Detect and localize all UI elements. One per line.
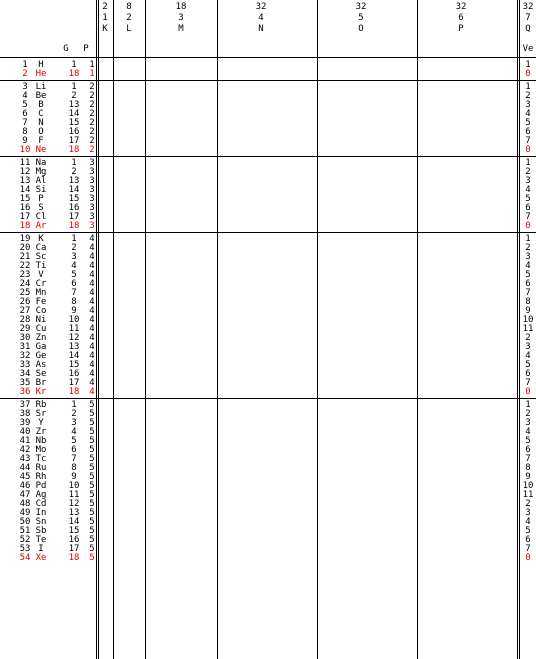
atomic-number: 2: [22, 69, 28, 79]
shell-letter: M: [178, 24, 184, 34]
shell-capacity: 32: [455, 2, 467, 12]
shell-number: 7: [525, 13, 531, 23]
shell-number: 2: [126, 13, 132, 23]
shell-number: 1: [102, 13, 108, 23]
atomic-number: 54: [19, 553, 31, 563]
label-ve: Ve: [522, 44, 534, 54]
valence-electrons: 0: [525, 69, 531, 79]
valence-electrons: 0: [525, 553, 531, 563]
label-g: G: [63, 44, 69, 54]
atomic-number: 10: [19, 145, 31, 155]
element-symbol: Ar: [35, 221, 47, 231]
period-number: 5: [89, 553, 95, 563]
shell-capacity: 32: [522, 2, 534, 12]
group-number: 18: [68, 553, 80, 563]
period-number: 1: [89, 69, 95, 79]
group-number: 18: [68, 69, 80, 79]
valence-electrons: 0: [525, 145, 531, 155]
element-symbol: Ne: [35, 145, 47, 155]
period-number: 2: [89, 145, 95, 155]
shell-capacity: 32: [355, 2, 367, 12]
shell-number: 3: [178, 13, 184, 23]
shell-letter: L: [126, 24, 132, 34]
shell-letter: N: [258, 24, 264, 34]
shell-letter: P: [458, 24, 464, 34]
shell-number: 5: [358, 13, 364, 23]
electron-configuration-table: G P Ve 2 1 K 8 2 L 18 3 M 32 4 N 32 5 O 32 6 P 32 7 Q 1 H 1 1 1 2 He 18…: [0, 0, 536, 659]
element-symbol: Kr: [35, 387, 47, 397]
grid-vline: [96, 0, 97, 659]
label-p: P: [83, 44, 89, 54]
shell-capacity: 32: [255, 2, 267, 12]
period-number: 4: [89, 387, 95, 397]
element-symbol: He: [35, 69, 47, 79]
shell-letter: Q: [525, 24, 531, 34]
grid-vline: [317, 0, 318, 659]
shell-letter: O: [358, 24, 364, 34]
atomic-number: 18: [19, 221, 31, 231]
grid-vline: [417, 0, 418, 659]
shell-number: 6: [458, 13, 464, 23]
group-number: 18: [68, 145, 80, 155]
shell-capacity: 2: [102, 2, 108, 12]
valence-electrons: 0: [525, 387, 531, 397]
grid-hline: [0, 57, 536, 58]
atomic-number: 36: [19, 387, 31, 397]
grid-vline: [217, 0, 218, 659]
grid-vline: [98, 0, 99, 659]
group-number: 18: [68, 221, 80, 231]
valence-electrons: 0: [525, 221, 531, 231]
grid-hline: [0, 80, 536, 81]
grid-hline: [0, 398, 536, 399]
shell-capacity: 8: [126, 2, 132, 12]
grid-hline: [0, 156, 536, 157]
grid-vline: [517, 0, 518, 659]
group-number: 18: [68, 387, 80, 397]
grid-vline: [145, 0, 146, 659]
shell-capacity: 18: [175, 2, 187, 12]
period-number: 3: [89, 221, 95, 231]
grid-vline: [519, 0, 520, 659]
element-symbol: Xe: [35, 553, 47, 563]
grid-hline: [0, 232, 536, 233]
shell-number: 4: [258, 13, 264, 23]
grid-vline: [113, 0, 114, 659]
shell-letter: K: [102, 24, 108, 34]
